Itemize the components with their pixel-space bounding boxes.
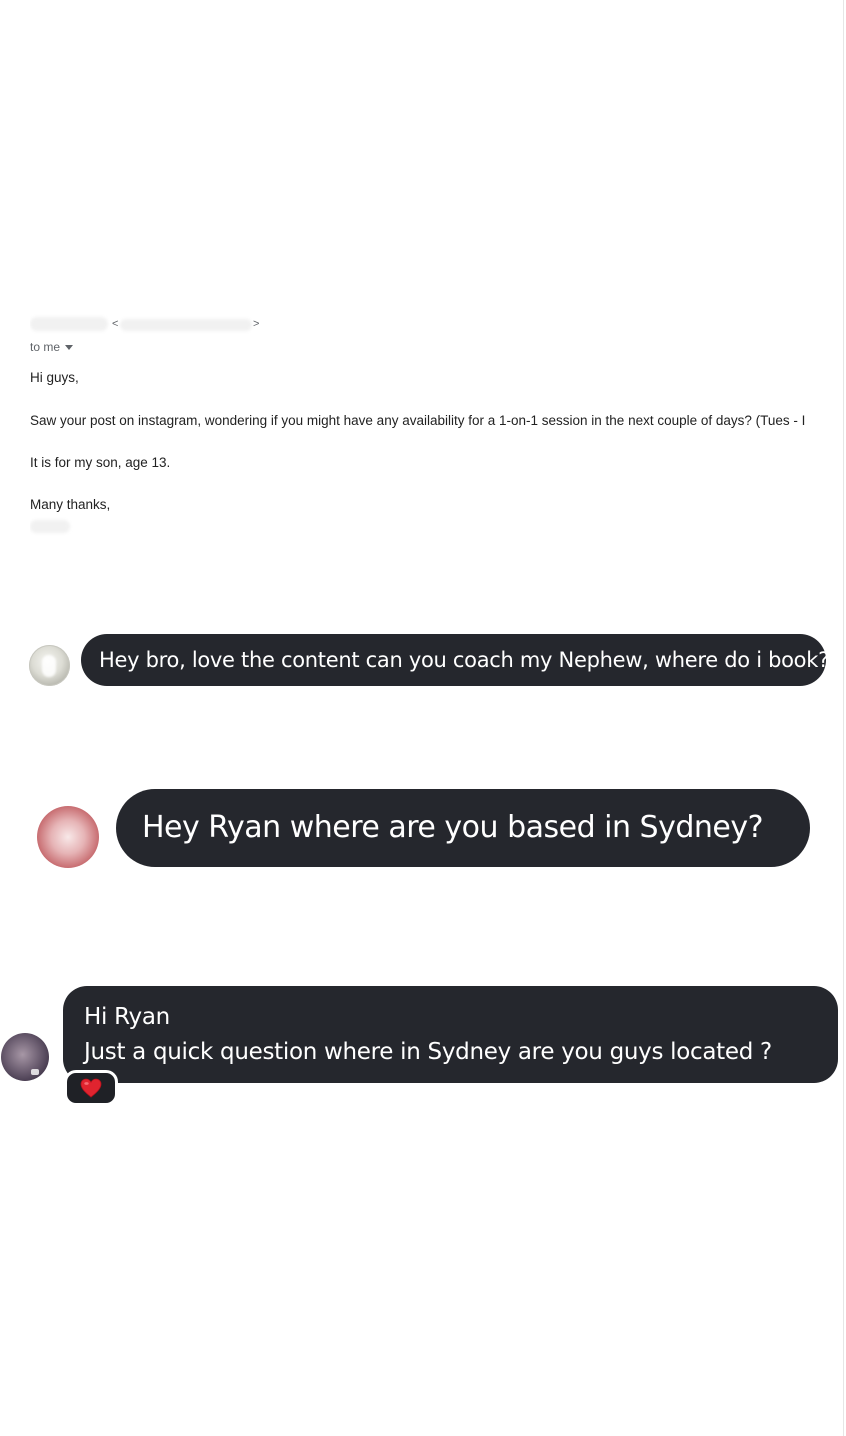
email-message: < > to me Hi guys, Saw your post on inst… [30,314,846,544]
email-greeting: Hi guys, [30,370,79,385]
avatar [37,806,99,868]
message-line: Hi Ryan [84,1004,170,1030]
page-edge-divider [843,0,844,1436]
avatar [1,1033,49,1081]
redacted-sender-name [30,317,108,331]
caret-down-icon [65,345,74,350]
avatar [29,645,70,686]
heart-icon [80,1078,102,1098]
avatar-image [42,655,56,677]
recipient-label: to me [30,340,61,354]
message-bubble: Hey bro, love the content can you coach … [81,634,829,686]
message-bubble: Hey Ryan where are you based in Sydney? [116,789,810,867]
sender-bracket-open: < [112,318,119,330]
email-body-line: Saw your post on instagram, wondering if… [30,413,806,428]
email-context-line: It is for my son, age 13. [30,455,171,470]
redacted-signature [30,520,70,533]
message-bubble: Hi Ryan Just a quick question where in S… [63,986,838,1083]
recipient-details-toggle[interactable]: to me [30,340,74,354]
sender-bracket-close: > [253,318,260,330]
email-signoff: Many thanks, [30,497,111,512]
message-reaction[interactable] [64,1070,118,1106]
avatar-image [31,1069,39,1075]
redacted-sender-email [120,319,252,331]
message-line: Just a quick question where in Sydney ar… [84,1039,772,1065]
email-sender-row: < > [30,314,330,338]
